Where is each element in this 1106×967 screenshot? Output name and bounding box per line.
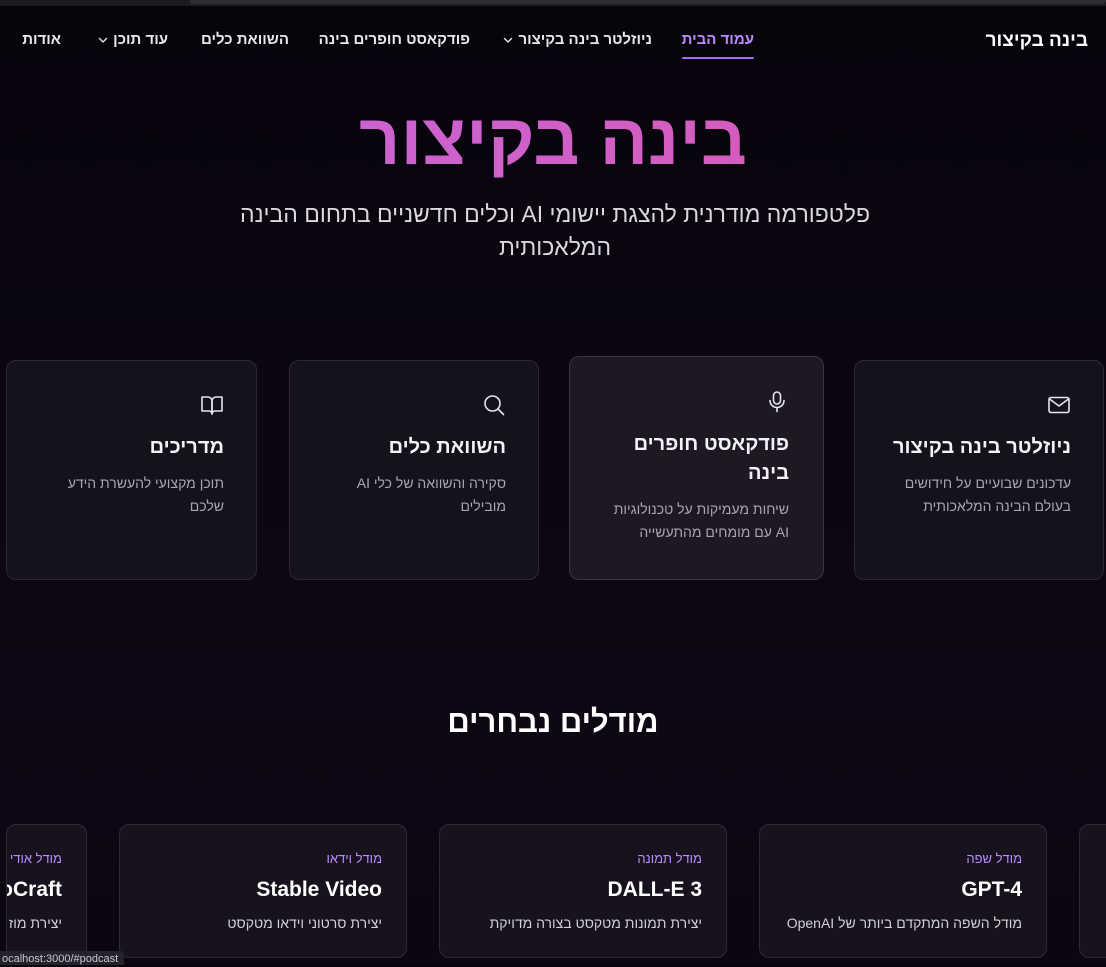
feature-description-line-1: תוכן מקצועי להעשרת הידע bbox=[67, 475, 224, 491]
horizontal-scrollbar[interactable] bbox=[190, 0, 1106, 4]
model-category: מודל תמונה bbox=[637, 851, 702, 866]
hero-subtitle-line-1: פלטפורמה מודרנית להצגת יישומי AI וכלים ח… bbox=[240, 201, 870, 227]
feature-description: תוכן מקצועי להעשרת הידע שלכם bbox=[68, 472, 224, 518]
feature-title-line-1: פודקאסט חופרים bbox=[633, 433, 789, 455]
nav-about-link[interactable]: אודות bbox=[22, 31, 61, 48]
mail-icon bbox=[1047, 393, 1071, 417]
nav-tools-comparison-label: השוואת כלים bbox=[200, 31, 289, 48]
hero-title: בינה בקיצור bbox=[0, 100, 1106, 180]
model-card[interactable]: מודל שפה GPT-4 מודל השפה המתקדם ביותר של… bbox=[759, 824, 1047, 958]
site-logo[interactable]: בינה בקיצור bbox=[986, 30, 1088, 52]
feature-description-line-2: מובילים bbox=[460, 498, 506, 514]
nav-home-label: עמוד הבית bbox=[681, 31, 754, 48]
feature-description: עדכונים שבועיים על חידושים בעולם הבינה המ… bbox=[905, 472, 1071, 518]
model-card-partial[interactable] bbox=[1079, 824, 1106, 958]
nav-about-label: אודות bbox=[22, 31, 61, 48]
microphone-icon bbox=[765, 390, 789, 414]
feature-description-line-2: AI עם מומחים מהתעשייה bbox=[639, 524, 789, 540]
feature-card-tools-comparison[interactable]: השוואת כלים סקירה והשוואה של כלי AI מוביל… bbox=[289, 360, 539, 580]
feature-description-line-1: עדכונים שבועיים על חידושים bbox=[904, 475, 1071, 491]
feature-description: שיחות מעמיקות על טכנולוגיות AI עם מומחים … bbox=[614, 498, 789, 544]
feature-description-line-1: סקירה והשוואה של כלי AI bbox=[356, 475, 506, 491]
model-description: יצירת סרטוני וידאו מטקסט bbox=[227, 915, 382, 931]
nav-more-content-label: עוד תוכן bbox=[113, 31, 168, 48]
hero-subtitle: פלטפורמה מודרנית להצגת יישומי AI וכלים ח… bbox=[225, 198, 885, 264]
feature-title: השוואת כלים bbox=[388, 436, 506, 458]
nav-podcast-link[interactable]: פודקאסט חופרים בינה bbox=[319, 31, 470, 48]
chevron-down-icon bbox=[97, 34, 109, 46]
feature-card-guides[interactable]: מדריכים תוכן מקצועי להעשרת הידע שלכם bbox=[6, 360, 257, 580]
nav-home-link[interactable]: עמוד הבית bbox=[681, 31, 755, 59]
model-category: מודל אודי bbox=[9, 851, 62, 866]
nav-podcast-label: פודקאסט חופרים בינה bbox=[318, 31, 470, 48]
model-card[interactable]: מודל תמונה DALL-E 3 יצירת תמונות מטקסט ב… bbox=[439, 824, 727, 958]
model-name: DALL-E 3 bbox=[607, 878, 703, 901]
top-navigation: בינה בקיצור עמוד הבית ניוזלטר בינה בקיצו… bbox=[0, 6, 1106, 68]
feature-title: מדריכים bbox=[149, 436, 224, 458]
feature-title-line-2: בינה bbox=[748, 462, 789, 484]
book-icon bbox=[200, 393, 224, 417]
chevron-down-icon bbox=[502, 34, 514, 46]
nav-more-content-link[interactable]: עוד תוכן bbox=[97, 31, 168, 48]
feature-title: ניוזלטר בינה בקיצור bbox=[892, 436, 1071, 458]
feature-description-line-1: שיחות מעמיקות על טכנולוגיות bbox=[613, 501, 789, 517]
nav-newsletter-link[interactable]: ניוזלטר בינה בקיצור bbox=[502, 31, 652, 48]
hero-subtitle-line-2: המלאכותית bbox=[498, 234, 612, 260]
search-icon bbox=[482, 393, 506, 417]
featured-models-title: מודלים נבחרים bbox=[447, 704, 659, 739]
feature-description-line-2: בעולם הבינה המלאכותית bbox=[923, 498, 1071, 514]
model-category: מודל וידאו bbox=[326, 851, 382, 866]
model-category: מודל שפה bbox=[966, 851, 1022, 866]
model-card-partial[interactable]: מודל אודי oCraft יצירת מוז bbox=[6, 824, 87, 958]
model-description: יצירת תמונות מטקסט בצורה מדויקת bbox=[489, 915, 702, 931]
model-description: מודל השפה המתקדם ביותר של OpenAI bbox=[786, 915, 1022, 931]
model-card[interactable]: מודל וידאו Stable Video יצירת סרטוני ויד… bbox=[119, 824, 407, 958]
nav-newsletter-label: ניוזלטר בינה בקיצור bbox=[518, 31, 652, 48]
feature-card-podcast[interactable]: פודקאסט חופרים בינה שיחות מעמיקות על טכנו… bbox=[569, 356, 824, 580]
model-name: GPT-4 bbox=[961, 878, 1022, 901]
feature-title: פודקאסט חופרים בינה bbox=[634, 430, 789, 488]
nav-tools-comparison-link[interactable]: השוואת כלים bbox=[201, 31, 289, 48]
feature-description: סקירה והשוואה של כלי AI מובילים bbox=[357, 472, 506, 518]
model-name: oCraft bbox=[6, 878, 62, 901]
feature-description-line-2: שלכם bbox=[189, 498, 224, 514]
model-name: Stable Video bbox=[256, 878, 382, 901]
status-bar-url: ocalhost:3000/#podcast bbox=[0, 951, 125, 965]
feature-card-newsletter[interactable]: ניוזלטר בינה בקיצור עדכונים שבועיים על ח… bbox=[854, 360, 1104, 580]
model-description: יצירת מוז bbox=[8, 915, 62, 931]
